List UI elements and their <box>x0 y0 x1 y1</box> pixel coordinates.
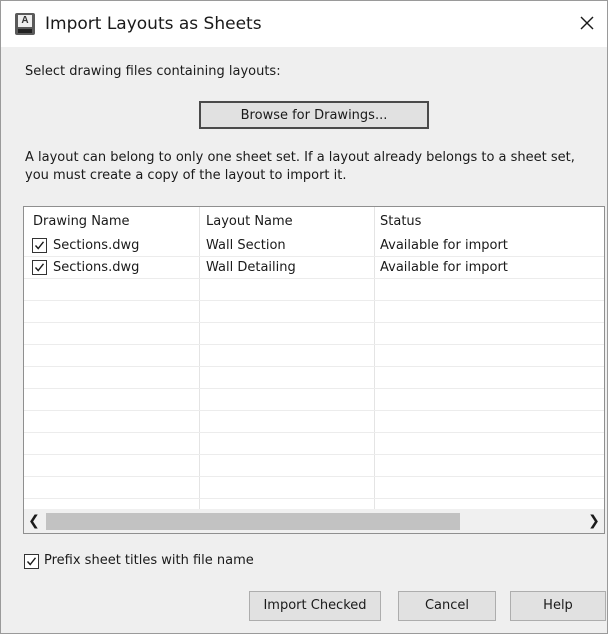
layout-name-cell: Wall Section <box>206 238 286 253</box>
status-cell: Available for import <box>380 260 508 275</box>
row-checkbox[interactable] <box>32 260 47 275</box>
checkmark-icon <box>34 241 45 250</box>
checkmark-icon <box>26 557 37 566</box>
table-row[interactable]: Sections.dwg Wall Detailing Available fo… <box>24 257 604 279</box>
column-header-layout-name[interactable]: Layout Name <box>206 214 293 229</box>
browse-for-drawings-button[interactable]: Browse for Drawings... <box>199 101 429 129</box>
grid-line <box>24 476 604 477</box>
close-icon[interactable] <box>573 9 601 37</box>
grid-line <box>24 454 604 455</box>
column-header-status[interactable]: Status <box>380 214 421 229</box>
layout-note-text: A layout can belong to only one sheet se… <box>25 150 575 183</box>
table-row[interactable]: Sections.dwg Wall Section Available for … <box>24 235 604 257</box>
grid-line <box>24 300 604 301</box>
grid-line <box>24 322 604 323</box>
chevron-left-icon[interactable]: ❮ <box>24 509 44 533</box>
grid-line <box>24 388 604 389</box>
grid-line <box>24 410 604 411</box>
app-icon-letter: A <box>18 15 32 27</box>
dialog-title: Import Layouts as Sheets <box>45 14 262 34</box>
scrollbar-thumb[interactable] <box>46 513 460 530</box>
cancel-button[interactable]: Cancel <box>398 591 496 621</box>
grid-line <box>24 366 604 367</box>
drawing-name-cell: Sections.dwg <box>53 238 140 253</box>
import-checked-button[interactable]: Import Checked <box>249 591 381 621</box>
drawing-name-cell: Sections.dwg <box>53 260 140 275</box>
column-header-drawing-name[interactable]: Drawing Name <box>33 214 130 229</box>
row-checkbox[interactable] <box>32 238 47 253</box>
title-bar: A Import Layouts as Sheets <box>1 1 607 47</box>
horizontal-scrollbar[interactable]: ❮ ❯ <box>24 509 604 533</box>
chevron-right-icon[interactable]: ❯ <box>584 509 604 533</box>
status-cell: Available for import <box>380 238 508 253</box>
select-files-label: Select drawing files containing layouts: <box>25 64 281 79</box>
grid-line <box>24 498 604 499</box>
grid-line <box>24 344 604 345</box>
grid-line <box>24 432 604 433</box>
autocad-app-icon: A <box>15 13 35 35</box>
list-header: Drawing Name Layout Name Status <box>24 207 604 235</box>
layouts-list[interactable]: Drawing Name Layout Name Status Sections… <box>23 206 605 534</box>
app-icon-strip <box>18 29 32 33</box>
prefix-sheet-titles-label[interactable]: Prefix sheet titles with file name <box>44 553 254 568</box>
import-layouts-dialog: A Import Layouts as Sheets Select drawin… <box>0 0 608 634</box>
prefix-sheet-titles-checkbox[interactable] <box>24 554 39 569</box>
layout-name-cell: Wall Detailing <box>206 260 296 275</box>
help-button[interactable]: Help <box>510 591 606 621</box>
checkmark-icon <box>34 263 45 272</box>
